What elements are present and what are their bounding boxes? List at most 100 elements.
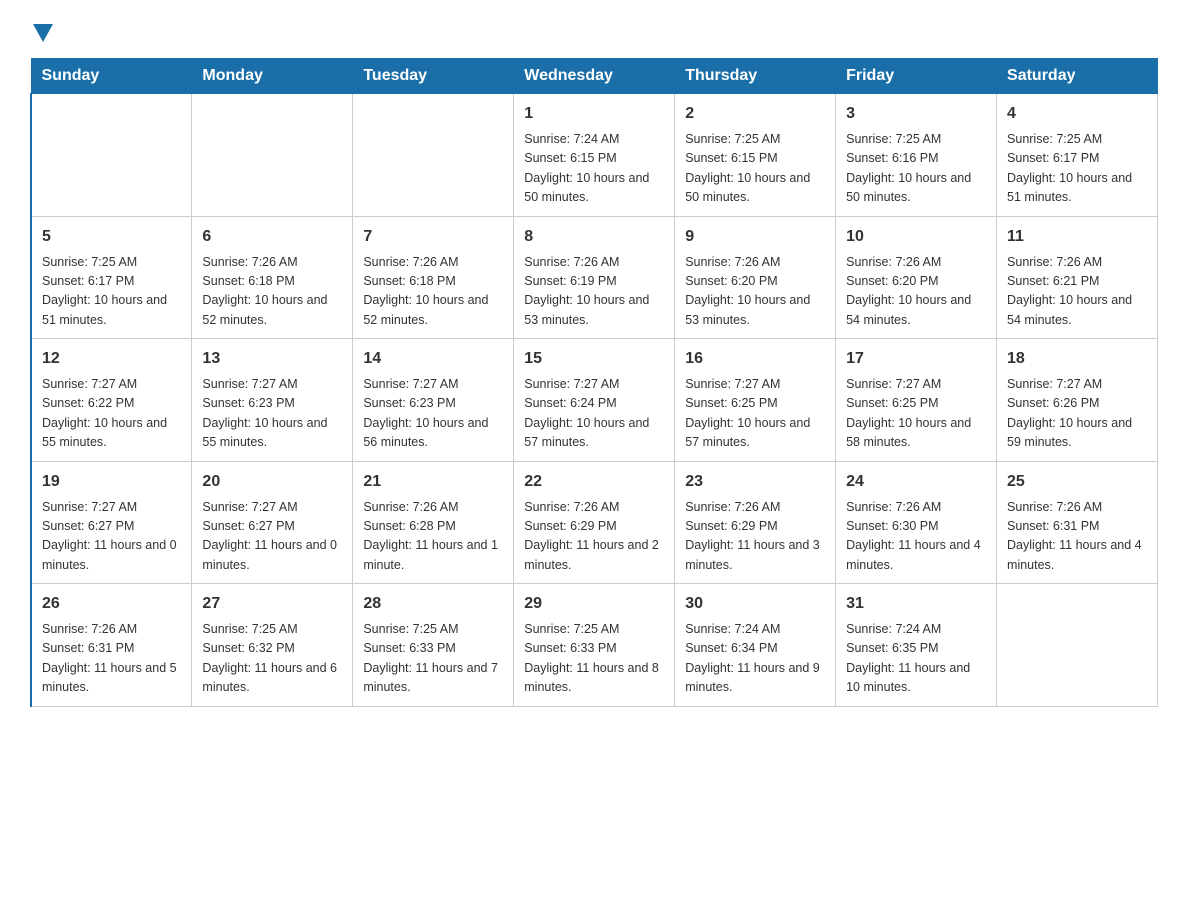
calendar-cell: 12 Sunrise: 7:27 AMSunset: 6:22 PMDayligh… bbox=[31, 339, 192, 462]
day-number: 17 bbox=[846, 347, 986, 371]
calendar-cell: 24 Sunrise: 7:26 AMSunset: 6:30 PMDayligh… bbox=[836, 461, 997, 584]
logo bbox=[30, 20, 53, 40]
day-number: 29 bbox=[524, 592, 664, 616]
calendar-cell: 25 Sunrise: 7:26 AMSunset: 6:31 PMDayligh… bbox=[997, 461, 1158, 584]
calendar-table: SundayMondayTuesdayWednesdayThursdayFrid… bbox=[30, 58, 1158, 707]
day-number: 23 bbox=[685, 470, 825, 494]
calendar-cell: 3 Sunrise: 7:25 AMSunset: 6:16 PMDaylight… bbox=[836, 94, 997, 217]
day-number: 14 bbox=[363, 347, 503, 371]
calendar-header-row: SundayMondayTuesdayWednesdayThursdayFrid… bbox=[31, 59, 1158, 94]
day-number: 27 bbox=[202, 592, 342, 616]
day-number: 24 bbox=[846, 470, 986, 494]
calendar-cell: 13Sunrise: 7:27 AMSunset: 6:23 PMDayligh… bbox=[192, 339, 353, 462]
day-info: Sunrise: 7:24 AMSunset: 6:15 PMDaylight:… bbox=[524, 130, 664, 208]
calendar-cell: 11 Sunrise: 7:26 AMSunset: 6:21 PMDayligh… bbox=[997, 216, 1158, 339]
calendar-week-row: 19 Sunrise: 7:27 AMSunset: 6:27 PMDayligh… bbox=[31, 461, 1158, 584]
calendar-cell: 28 Sunrise: 7:25 AMSunset: 6:33 PMDayligh… bbox=[353, 584, 514, 707]
day-number: 28 bbox=[363, 592, 503, 616]
day-info: Sunrise: 7:25 AMSunset: 6:16 PMDaylight:… bbox=[846, 130, 986, 208]
calendar-cell bbox=[997, 584, 1158, 707]
day-info: Sunrise: 7:27 AMSunset: 6:23 PMDaylight:… bbox=[202, 375, 342, 453]
day-number: 20 bbox=[202, 470, 342, 494]
calendar-cell: 30Sunrise: 7:24 AMSunset: 6:34 PMDayligh… bbox=[675, 584, 836, 707]
calendar-cell: 20 Sunrise: 7:27 AMSunset: 6:27 PMDayligh… bbox=[192, 461, 353, 584]
day-info: Sunrise: 7:27 AMSunset: 6:25 PMDaylight:… bbox=[685, 375, 825, 453]
calendar-cell: 18 Sunrise: 7:27 AMSunset: 6:26 PMDayligh… bbox=[997, 339, 1158, 462]
day-number: 9 bbox=[685, 225, 825, 249]
calendar-cell: 31 Sunrise: 7:24 AMSunset: 6:35 PMDayligh… bbox=[836, 584, 997, 707]
day-info: Sunrise: 7:25 AMSunset: 6:17 PMDaylight:… bbox=[1007, 130, 1147, 208]
calendar-cell bbox=[353, 94, 514, 217]
day-info: Sunrise: 7:25 AMSunset: 6:17 PMDaylight:… bbox=[42, 253, 181, 331]
calendar-header-thursday: Thursday bbox=[675, 59, 836, 94]
day-info: Sunrise: 7:24 AMSunset: 6:35 PMDaylight:… bbox=[846, 620, 986, 698]
day-number: 10 bbox=[846, 225, 986, 249]
day-info: Sunrise: 7:25 AMSunset: 6:33 PMDaylight:… bbox=[524, 620, 664, 698]
day-info: Sunrise: 7:27 AMSunset: 6:27 PMDaylight:… bbox=[202, 498, 342, 576]
day-info: Sunrise: 7:26 AMSunset: 6:18 PMDaylight:… bbox=[363, 253, 503, 331]
calendar-cell: 15Sunrise: 7:27 AMSunset: 6:24 PMDayligh… bbox=[514, 339, 675, 462]
calendar-cell: 10 Sunrise: 7:26 AMSunset: 6:20 PMDayligh… bbox=[836, 216, 997, 339]
day-info: Sunrise: 7:27 AMSunset: 6:22 PMDaylight:… bbox=[42, 375, 181, 453]
day-number: 2 bbox=[685, 102, 825, 126]
day-info: Sunrise: 7:26 AMSunset: 6:19 PMDaylight:… bbox=[524, 253, 664, 331]
calendar-cell: 17 Sunrise: 7:27 AMSunset: 6:25 PMDayligh… bbox=[836, 339, 997, 462]
calendar-cell: 22 Sunrise: 7:26 AMSunset: 6:29 PMDayligh… bbox=[514, 461, 675, 584]
calendar-cell bbox=[192, 94, 353, 217]
calendar-header-saturday: Saturday bbox=[997, 59, 1158, 94]
day-number: 8 bbox=[524, 225, 664, 249]
day-number: 6 bbox=[202, 225, 342, 249]
day-number: 1 bbox=[524, 102, 664, 126]
logo-triangle-icon bbox=[33, 24, 53, 42]
calendar-cell: 8 Sunrise: 7:26 AMSunset: 6:19 PMDaylight… bbox=[514, 216, 675, 339]
day-info: Sunrise: 7:24 AMSunset: 6:34 PMDaylight:… bbox=[685, 620, 825, 698]
day-info: Sunrise: 7:27 AMSunset: 6:26 PMDaylight:… bbox=[1007, 375, 1147, 453]
calendar-cell: 27Sunrise: 7:25 AMSunset: 6:32 PMDayligh… bbox=[192, 584, 353, 707]
day-number: 31 bbox=[846, 592, 986, 616]
calendar-header-monday: Monday bbox=[192, 59, 353, 94]
day-info: Sunrise: 7:27 AMSunset: 6:23 PMDaylight:… bbox=[363, 375, 503, 453]
day-info: Sunrise: 7:25 AMSunset: 6:33 PMDaylight:… bbox=[363, 620, 503, 698]
calendar-cell: 26 Sunrise: 7:26 AMSunset: 6:31 PMDayligh… bbox=[31, 584, 192, 707]
day-info: Sunrise: 7:26 AMSunset: 6:29 PMDaylight:… bbox=[685, 498, 825, 576]
calendar-header-wednesday: Wednesday bbox=[514, 59, 675, 94]
calendar-cell: 21Sunrise: 7:26 AMSunset: 6:28 PMDayligh… bbox=[353, 461, 514, 584]
day-info: Sunrise: 7:27 AMSunset: 6:24 PMDaylight:… bbox=[524, 375, 664, 453]
day-info: Sunrise: 7:26 AMSunset: 6:31 PMDaylight:… bbox=[42, 620, 181, 698]
day-info: Sunrise: 7:26 AMSunset: 6:20 PMDaylight:… bbox=[685, 253, 825, 331]
day-info: Sunrise: 7:25 AMSunset: 6:15 PMDaylight:… bbox=[685, 130, 825, 208]
calendar-week-row: 12 Sunrise: 7:27 AMSunset: 6:22 PMDayligh… bbox=[31, 339, 1158, 462]
calendar-week-row: 5Sunrise: 7:25 AMSunset: 6:17 PMDaylight… bbox=[31, 216, 1158, 339]
day-number: 16 bbox=[685, 347, 825, 371]
day-number: 22 bbox=[524, 470, 664, 494]
calendar-cell: 14 Sunrise: 7:27 AMSunset: 6:23 PMDayligh… bbox=[353, 339, 514, 462]
day-number: 4 bbox=[1007, 102, 1147, 126]
day-info: Sunrise: 7:26 AMSunset: 6:30 PMDaylight:… bbox=[846, 498, 986, 576]
day-number: 19 bbox=[42, 470, 181, 494]
day-number: 12 bbox=[42, 347, 181, 371]
day-info: Sunrise: 7:26 AMSunset: 6:29 PMDaylight:… bbox=[524, 498, 664, 576]
day-info: Sunrise: 7:26 AMSunset: 6:18 PMDaylight:… bbox=[202, 253, 342, 331]
day-number: 25 bbox=[1007, 470, 1147, 494]
calendar-cell: 1 Sunrise: 7:24 AMSunset: 6:15 PMDaylight… bbox=[514, 94, 675, 217]
calendar-cell: 16 Sunrise: 7:27 AMSunset: 6:25 PMDayligh… bbox=[675, 339, 836, 462]
day-info: Sunrise: 7:26 AMSunset: 6:31 PMDaylight:… bbox=[1007, 498, 1147, 576]
calendar-cell: 9 Sunrise: 7:26 AMSunset: 6:20 PMDaylight… bbox=[675, 216, 836, 339]
calendar-cell: 5Sunrise: 7:25 AMSunset: 6:17 PMDaylight… bbox=[31, 216, 192, 339]
day-number: 26 bbox=[42, 592, 181, 616]
day-info: Sunrise: 7:27 AMSunset: 6:25 PMDaylight:… bbox=[846, 375, 986, 453]
day-info: Sunrise: 7:26 AMSunset: 6:20 PMDaylight:… bbox=[846, 253, 986, 331]
calendar-cell: 4 Sunrise: 7:25 AMSunset: 6:17 PMDaylight… bbox=[997, 94, 1158, 217]
page-header bbox=[30, 20, 1158, 40]
calendar-cell: 2 Sunrise: 7:25 AMSunset: 6:15 PMDaylight… bbox=[675, 94, 836, 217]
calendar-cell bbox=[31, 94, 192, 217]
calendar-cell: 23 Sunrise: 7:26 AMSunset: 6:29 PMDayligh… bbox=[675, 461, 836, 584]
calendar-cell: 19 Sunrise: 7:27 AMSunset: 6:27 PMDayligh… bbox=[31, 461, 192, 584]
day-info: Sunrise: 7:26 AMSunset: 6:21 PMDaylight:… bbox=[1007, 253, 1147, 331]
day-info: Sunrise: 7:27 AMSunset: 6:27 PMDaylight:… bbox=[42, 498, 181, 576]
day-number: 18 bbox=[1007, 347, 1147, 371]
day-number: 11 bbox=[1007, 225, 1147, 249]
day-number: 3 bbox=[846, 102, 986, 126]
calendar-header-tuesday: Tuesday bbox=[353, 59, 514, 94]
calendar-header-friday: Friday bbox=[836, 59, 997, 94]
